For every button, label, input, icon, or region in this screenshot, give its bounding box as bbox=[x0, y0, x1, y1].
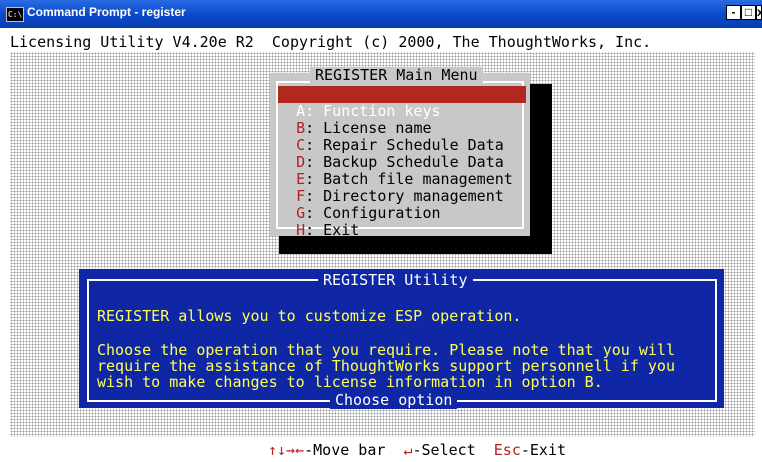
menu-hotkey: H bbox=[296, 221, 306, 239]
title-bar: C:\ Command Prompt - register - □ x bbox=[0, 0, 762, 28]
menu-item-directory-management[interactable]: F: Directory management bbox=[278, 171, 526, 205]
menu-item-repair-schedule-data[interactable]: C: Repair Schedule Data bbox=[278, 120, 526, 154]
window-title: Command Prompt - register bbox=[27, 5, 186, 19]
esc-key-label: Esc bbox=[493, 441, 521, 459]
info-panel-footer: Choose option bbox=[330, 392, 458, 409]
close-button[interactable]: x bbox=[756, 5, 762, 20]
menu-item-license-name[interactable]: B: License name bbox=[278, 103, 526, 137]
menu-item-batch-file-management[interactable]: E: Batch file management bbox=[278, 154, 526, 188]
menu-item-backup-schedule-data[interactable]: D: Backup Schedule Data bbox=[278, 137, 526, 171]
info-panel-title: REGISTER Utility bbox=[318, 272, 473, 289]
main-menu-title: REGISTER Main Menu bbox=[310, 67, 483, 84]
info-text-line: wish to make changes to license informat… bbox=[97, 373, 603, 391]
move-bar-hint: -Move bar bbox=[304, 441, 386, 459]
exit-hint: -Exit bbox=[520, 441, 567, 459]
select-hint: -Select bbox=[412, 441, 476, 459]
info-text-line: REGISTER allows you to customize ESP ope… bbox=[97, 307, 522, 325]
menu-item-label: : Exit bbox=[305, 221, 360, 239]
status-bar: ↑↓→←-Move bar ↵-Select Esc-Exit bbox=[10, 440, 755, 460]
menu-item-function-keys[interactable]: A: Function keys bbox=[278, 86, 526, 120]
maximize-button[interactable]: □ bbox=[741, 5, 756, 20]
menu-item-configuration[interactable]: G: Configuration bbox=[278, 188, 526, 222]
header-copyright-line: Licensing Utility V4.20e R2 Copyright (c… bbox=[10, 33, 755, 51]
menu-item-exit[interactable]: H: Exit bbox=[278, 205, 526, 239]
arrow-keys-icon: ↑↓→← bbox=[268, 441, 305, 459]
cmd-app-icon[interactable]: C:\ bbox=[6, 7, 24, 22]
enter-key-icon: ↵ bbox=[403, 441, 413, 459]
minimize-button[interactable]: - bbox=[726, 5, 741, 20]
